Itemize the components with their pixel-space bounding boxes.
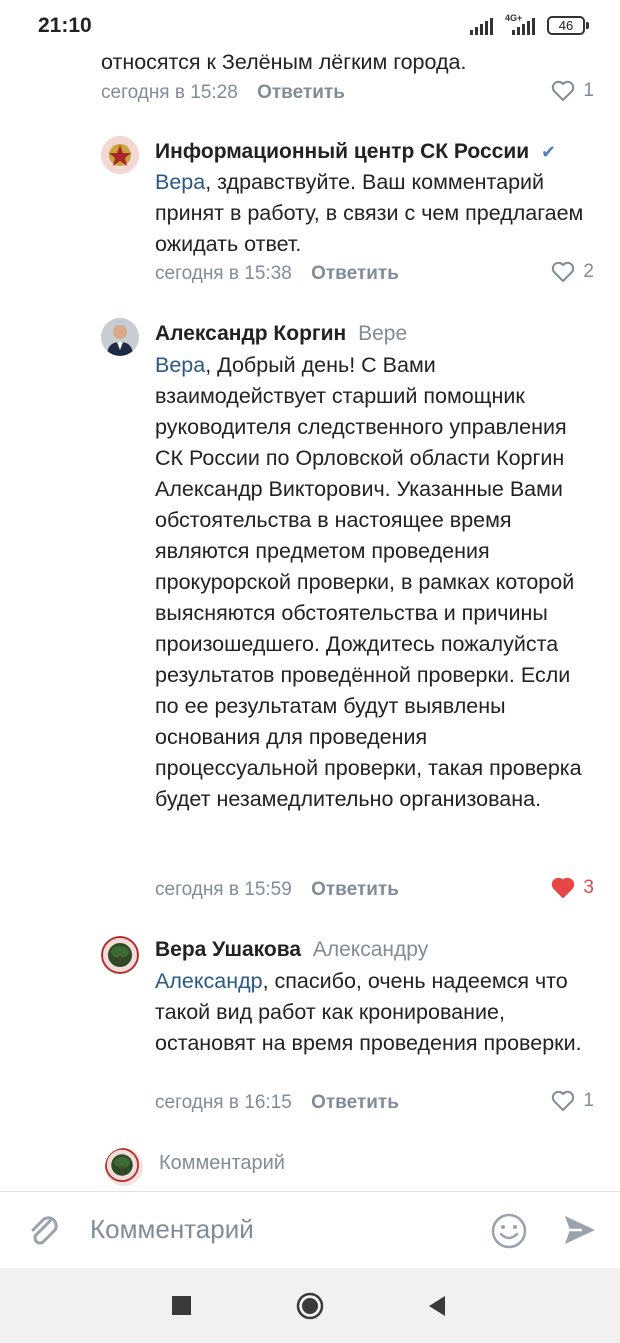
author-name[interactable]: Информационный центр СК России xyxy=(155,140,529,163)
comment-body: , здравствуйте. Ваш комментарий принят в… xyxy=(155,170,584,256)
comment-composer: Комментарий xyxy=(0,1192,620,1268)
mention-link[interactable]: Вера xyxy=(155,170,205,194)
heart-outline-icon xyxy=(552,80,575,101)
tree-badge-icon xyxy=(105,1148,139,1182)
attach-icon[interactable] xyxy=(26,1212,62,1250)
like-count: 3 xyxy=(583,877,594,898)
comment-text: относятся к Зелёным лёгким города. xyxy=(101,47,601,78)
reply-to[interactable]: Вере xyxy=(358,322,407,345)
reply-button[interactable]: Ответить xyxy=(311,263,399,284)
comment-date: сегодня в 15:28 xyxy=(101,82,238,103)
author-name[interactable]: Александр Коргин xyxy=(155,322,346,345)
like-button[interactable]: 1 xyxy=(551,1090,594,1112)
comment-input[interactable]: Комментарий xyxy=(90,1214,254,1245)
comment-body: , Добрый день! С Вами взаимодействует ст… xyxy=(155,353,582,811)
comment-text: Вера, здравствуйте. Ваш комментарий прин… xyxy=(155,167,595,260)
heart-outline-icon xyxy=(552,1090,575,1111)
comment-header: Информационный центр СК России ✔ xyxy=(155,138,556,166)
like-button[interactable]: 1 xyxy=(551,80,594,102)
like-count: 1 xyxy=(583,1090,594,1111)
heart-outline-icon xyxy=(552,261,575,282)
comment-meta: сегодня в 15:38 Ответить xyxy=(155,263,399,285)
comment-meta: сегодня в 16:15 Ответить xyxy=(155,1092,399,1114)
reply-button[interactable]: Ответить xyxy=(311,1092,399,1113)
status-time: 21:10 xyxy=(38,14,92,37)
reply-to[interactable]: Александру xyxy=(313,938,428,961)
signal-2-icon xyxy=(512,17,535,35)
system-nav-bar xyxy=(0,1268,620,1343)
tree-badge-icon xyxy=(101,936,139,974)
battery-level: 46 xyxy=(558,18,574,33)
like-count: 2 xyxy=(583,261,594,282)
comment-text: Александр, спасибо, очень надеемся что т… xyxy=(155,966,595,1059)
mention-link[interactable]: Вера xyxy=(155,353,205,377)
comment-header: Александр Коргин Вере xyxy=(155,320,407,348)
comment-date: сегодня в 15:59 xyxy=(155,879,292,900)
like-button[interactable]: 3 xyxy=(551,877,594,899)
my-avatar xyxy=(105,1148,143,1186)
heart-filled-icon xyxy=(552,877,575,898)
send-icon[interactable] xyxy=(562,1212,598,1248)
battery-icon: 46 xyxy=(547,16,589,35)
thread-reply-placeholder[interactable]: Комментарий xyxy=(159,1152,285,1175)
verified-icon: ✔ xyxy=(540,142,557,162)
comment-meta: сегодня в 15:28 Ответить xyxy=(101,82,345,104)
author-name[interactable]: Вера Ушакова xyxy=(155,938,301,961)
avatar[interactable] xyxy=(101,318,139,356)
emblem-icon xyxy=(101,136,139,174)
signal-icon xyxy=(470,17,493,35)
comment-text: Вера, Добрый день! С Вами взаимодействуе… xyxy=(155,350,595,815)
status-bar: 21:10 4G+ 46 xyxy=(0,0,620,52)
reply-button[interactable]: Ответить xyxy=(311,879,399,900)
person-photo-icon xyxy=(101,318,139,356)
avatar[interactable] xyxy=(101,136,139,174)
comment-header: Вера Ушакова Александру xyxy=(155,936,428,964)
emoji-icon[interactable] xyxy=(490,1212,528,1250)
like-count: 1 xyxy=(583,80,594,101)
back-triangle-icon[interactable] xyxy=(427,1295,447,1317)
comment-date: сегодня в 15:38 xyxy=(155,263,292,284)
recents-square-icon[interactable] xyxy=(172,1296,191,1315)
comment-body: относятся к Зелёным лёгким города. xyxy=(101,50,467,74)
comment-date: сегодня в 16:15 xyxy=(155,1092,292,1113)
like-button[interactable]: 2 xyxy=(551,261,594,283)
reply-button[interactable]: Ответить xyxy=(257,82,345,103)
home-circle-icon[interactable] xyxy=(296,1292,324,1320)
avatar[interactable] xyxy=(101,936,139,974)
thread-reply-box[interactable]: Комментарий xyxy=(105,1148,605,1186)
mention-link[interactable]: Александр xyxy=(155,969,263,993)
comment-meta: сегодня в 15:59 Ответить xyxy=(155,879,399,901)
